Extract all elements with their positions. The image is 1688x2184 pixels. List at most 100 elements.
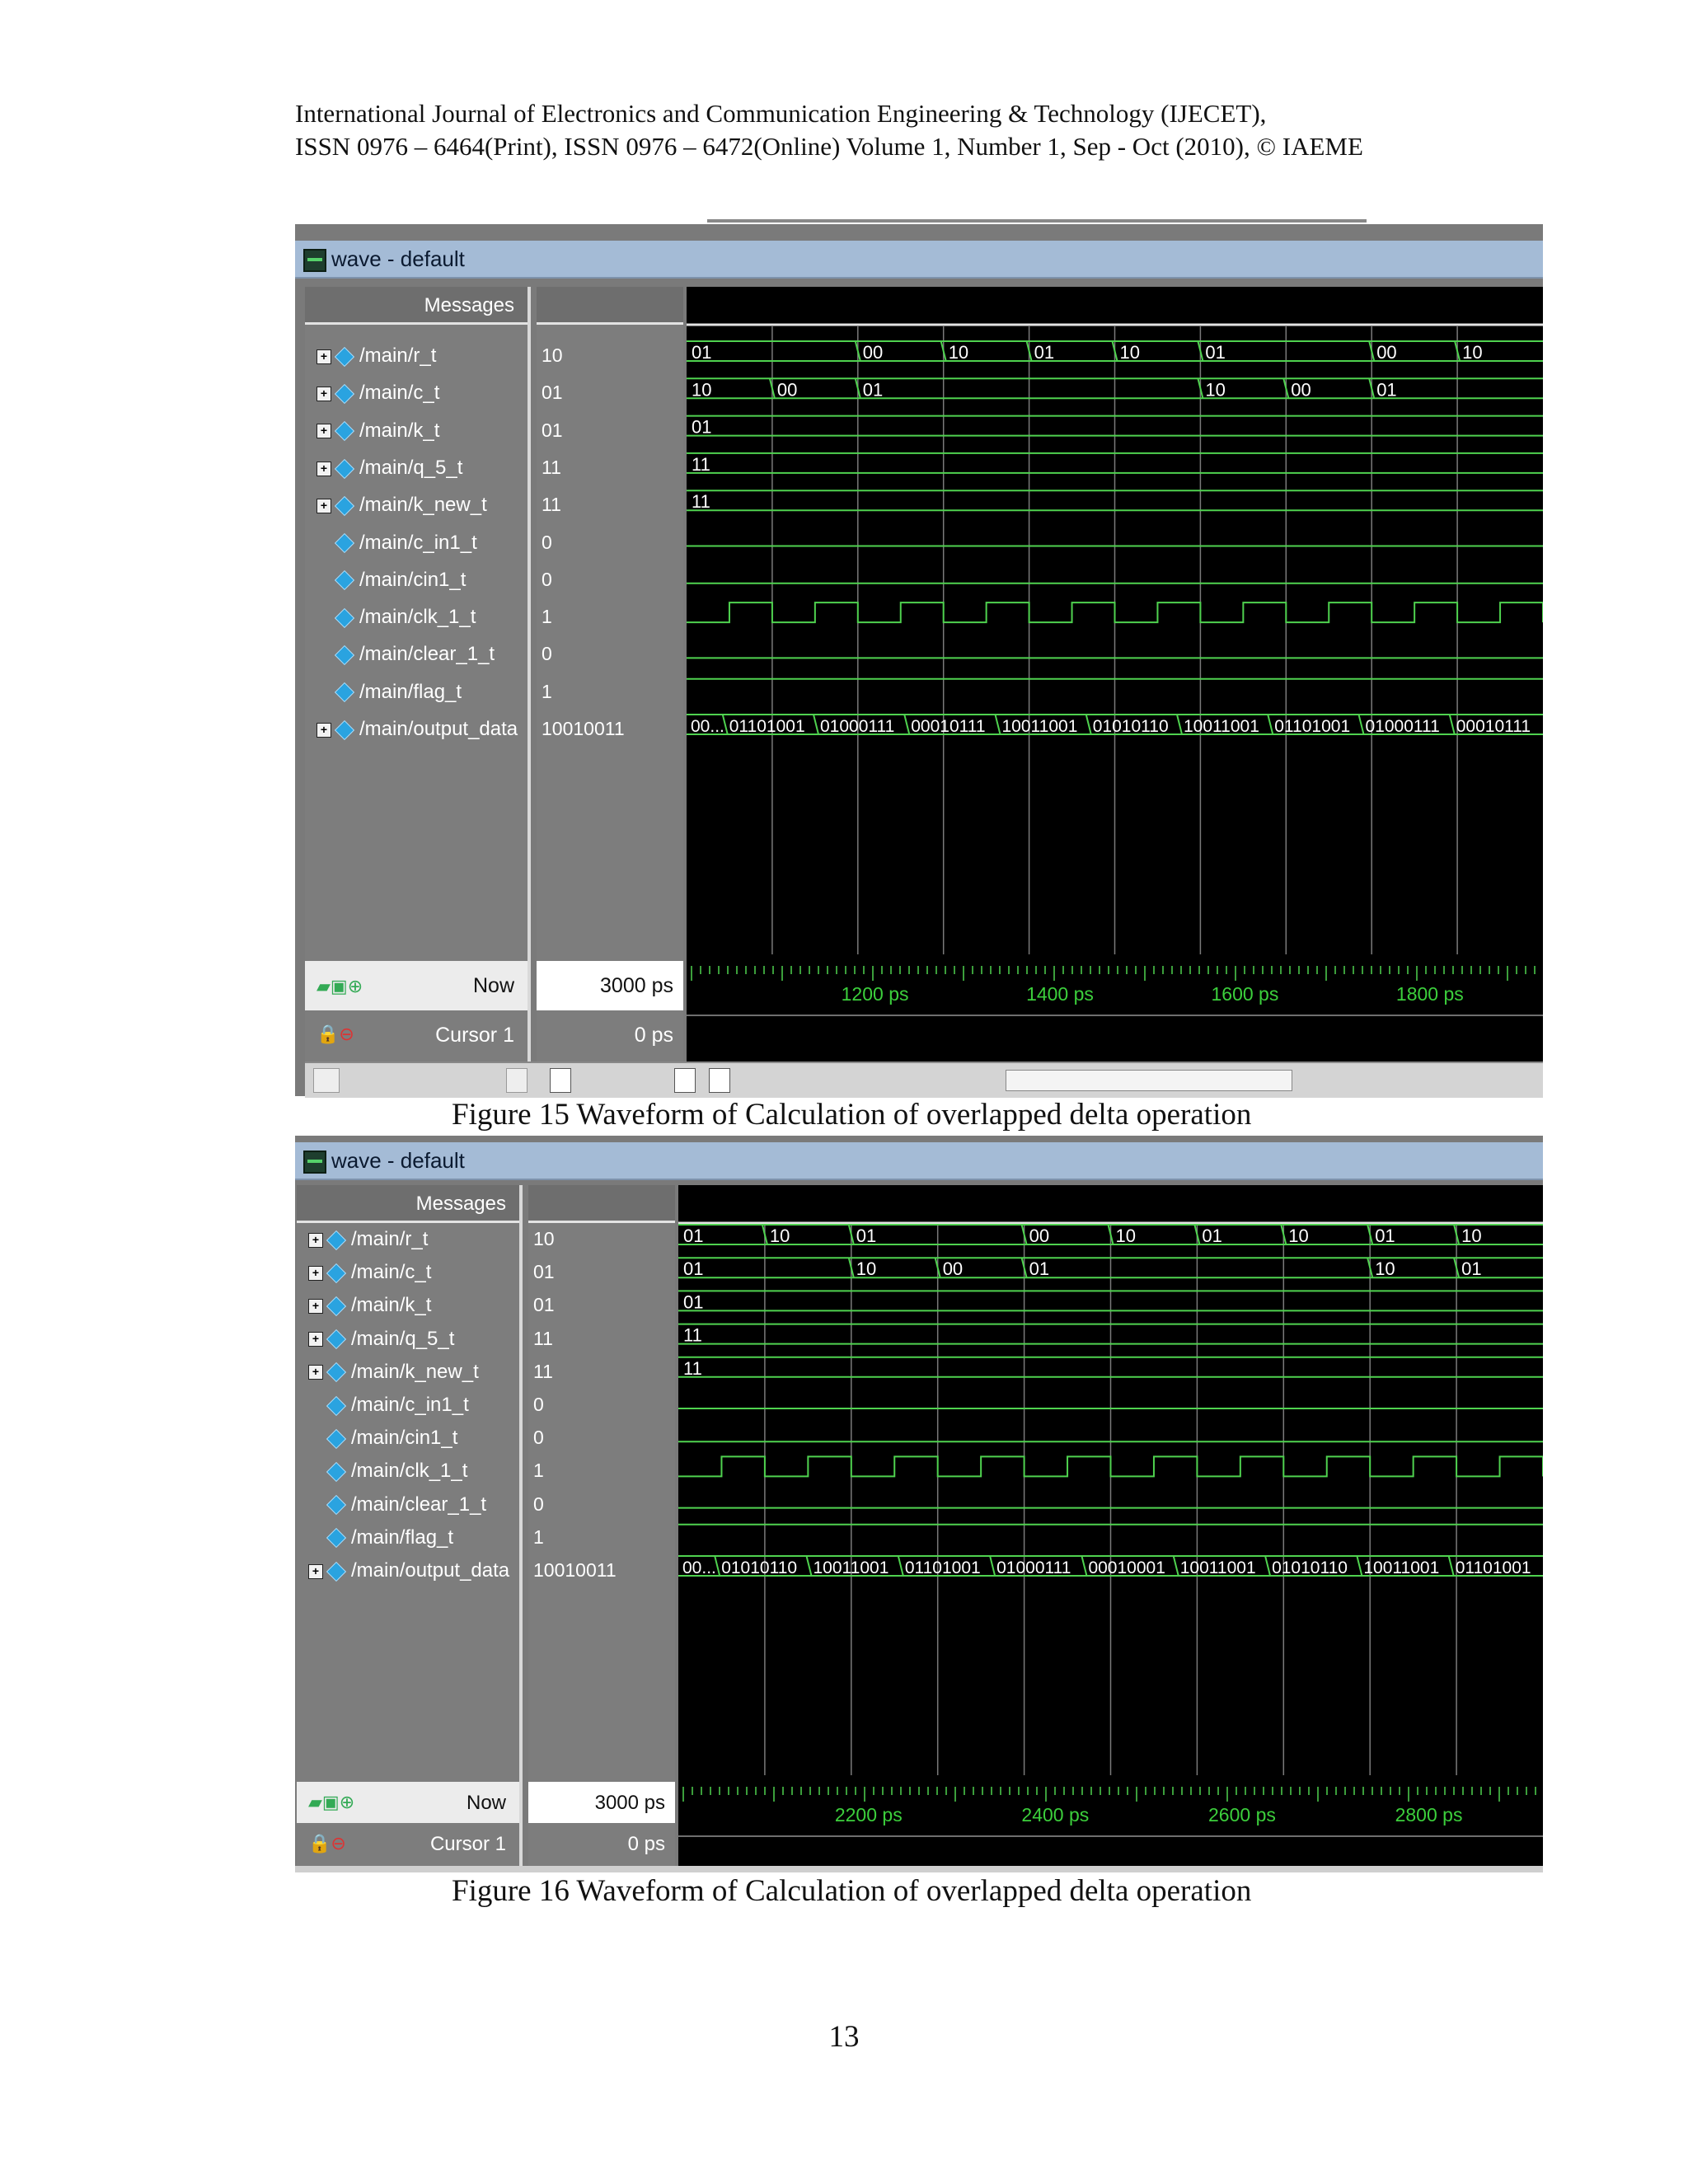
- waveform-pane[interactable]: 01 10 01 00 10 01 10 01 1001 10 00 01 10 0101111100..…: [678, 1185, 1543, 1869]
- waveform-pane[interactable]: 01 00 10 01 10 01 00 1010 00 01 10 00 0101111100... 0…: [687, 287, 1543, 1062]
- signal-value: 11: [533, 1327, 553, 1349]
- bus-value-label: 01: [1375, 1226, 1395, 1246]
- signal-row[interactable]: + /main/q_5_t: [308, 1328, 454, 1350]
- signal-row[interactable]: +/main/clear_1_t: [316, 643, 495, 665]
- signal-name: /main/clk_1_t: [351, 1460, 468, 1483]
- signal-row[interactable]: + /main/r_t: [308, 1228, 428, 1250]
- bus-value-label: 01101001: [905, 1558, 981, 1577]
- clock-waveform: [678, 1455, 1543, 1478]
- scroll-right-arrow-icon[interactable]: [506, 1068, 528, 1093]
- signal-name: /main/q_5_t: [359, 456, 463, 479]
- timeline-label: 1200 ps: [842, 983, 909, 1005]
- signal-names-pane[interactable]: Messages +/main/r_t +/main/c_t +/main/k_t +…: [305, 287, 531, 1062]
- bus-value-label: 01101001: [729, 717, 805, 736]
- signal-row[interactable]: + /main/k_t: [308, 1294, 431, 1316]
- signal-diamond-icon: [326, 1296, 347, 1317]
- bus-value-label: 01010110: [1272, 1558, 1348, 1577]
- top-frame-line: [707, 219, 1367, 223]
- signal-row[interactable]: + /main/output_data: [316, 718, 518, 740]
- signal-row[interactable]: + /main/c_t: [308, 1261, 431, 1283]
- signal-row[interactable]: +/main/flag_t: [308, 1526, 453, 1549]
- signal-row[interactable]: +/main/clk_1_t: [316, 606, 476, 628]
- horizontal-scrollbar[interactable]: [305, 1062, 1543, 1098]
- signal-value: 0: [533, 1493, 544, 1515]
- signal-value: 0: [533, 1394, 544, 1415]
- signal-row[interactable]: +/main/clk_1_t: [308, 1460, 467, 1482]
- bus-value-label: 00: [1291, 379, 1311, 400]
- window-title-bar[interactable]: wave - default: [295, 241, 1543, 279]
- expand-plus-icon[interactable]: +: [316, 424, 331, 439]
- wave-scroll-left-icon[interactable]: [709, 1068, 730, 1093]
- expand-plus-icon[interactable]: +: [308, 1299, 323, 1315]
- expand-plus-icon[interactable]: +: [316, 498, 331, 513]
- signal-row[interactable]: +/main/clear_1_t: [308, 1493, 486, 1516]
- bus-value-label: 11: [683, 1358, 702, 1379]
- scrollbar-edge[interactable]: [295, 1866, 1543, 1872]
- signal-diamond-icon: [334, 570, 355, 591]
- expand-plus-icon[interactable]: +: [316, 349, 331, 364]
- signal-row[interactable]: +/main/flag_t: [316, 681, 462, 703]
- signal-row[interactable]: +/main/cin1_t: [308, 1427, 457, 1449]
- bus-value-label: 10: [692, 379, 711, 400]
- now-row: ▰▣⊕ Now: [297, 1782, 519, 1823]
- cursor-icons[interactable]: 🔒⊖: [316, 1024, 354, 1045]
- bus-value-label: 00: [943, 1258, 963, 1279]
- window-title-bar[interactable]: wave - default: [295, 1142, 1543, 1180]
- messages-header: Messages: [297, 1185, 519, 1223]
- waveform-window-1: wave - default Messages +/main/r_t +/main…: [295, 219, 1543, 1098]
- signal-row[interactable]: + /main/k_new_t: [308, 1361, 479, 1383]
- signal-row[interactable]: +/main/cin1_t: [316, 569, 466, 591]
- signal-row[interactable]: + /main/q_5_t: [316, 457, 462, 479]
- signal-row[interactable]: + /main/r_t: [316, 344, 436, 367]
- expand-plus-icon[interactable]: +: [308, 1265, 323, 1281]
- signal-diamond-icon: [334, 719, 355, 740]
- now-value: 3000 ps: [600, 974, 673, 997]
- values-scroll-left-icon[interactable]: [550, 1068, 571, 1093]
- signal-diamond-icon: [334, 383, 355, 404]
- bus-value-label: 01: [692, 342, 711, 363]
- scroll-left-arrow-icon[interactable]: [313, 1068, 340, 1093]
- window-title: wave - default: [331, 246, 465, 271]
- signal-row[interactable]: + /main/k_t: [316, 419, 439, 442]
- signal-name: /main/clear_1_t: [351, 1493, 487, 1516]
- wave-window-icon: [303, 1151, 326, 1174]
- expand-plus-icon[interactable]: +: [308, 1365, 323, 1380]
- bus-value-label: 00...: [682, 1558, 716, 1577]
- clock-waveform: [687, 602, 1543, 624]
- signal-row[interactable]: + /main/k_new_t: [316, 494, 487, 516]
- expand-plus-icon[interactable]: +: [308, 1332, 323, 1347]
- cursor-icons[interactable]: 🔒⊖: [308, 1833, 346, 1854]
- bus-value-label: 01000111: [996, 1558, 1071, 1577]
- signal-names-pane[interactable]: Messages +/main/r_t +/main/c_t +/main/k_t +…: [297, 1185, 523, 1869]
- signal-diamond-icon: [326, 1462, 347, 1483]
- expand-plus-icon[interactable]: +: [308, 1232, 323, 1248]
- signal-diamond-icon: [326, 1329, 347, 1350]
- signal-row[interactable]: +/main/c_in1_t: [316, 532, 477, 554]
- signal-diamond-icon: [334, 421, 355, 442]
- signal-value: 01: [533, 1294, 555, 1316]
- signal-name: /main/flag_t: [359, 680, 462, 703]
- status-icons[interactable]: ▰▣⊕: [316, 976, 363, 997]
- signal-diamond-icon: [326, 1428, 347, 1449]
- values-header: [537, 287, 683, 325]
- figure-16-caption: Figure 16 Waveform of Calculation of ove…: [452, 1874, 1252, 1908]
- waveform-window-2: wave - default Messages +/main/r_t +/main…: [295, 1136, 1543, 1872]
- scroll-thumb[interactable]: [1006, 1070, 1292, 1091]
- signal-values-pane[interactable]: 10 01 01 11 11 0 0 1 0 1 10010011: [528, 1185, 675, 1869]
- timeline-band: [687, 958, 1543, 1062]
- now-row: ▰▣⊕ Now: [305, 961, 528, 1010]
- expand-plus-icon[interactable]: +: [316, 461, 331, 476]
- status-icons[interactable]: ▰▣⊕: [308, 1792, 354, 1813]
- signal-value: 0: [542, 568, 552, 590]
- bus-value-label: 00: [777, 379, 797, 400]
- signal-row[interactable]: + /main/c_t: [316, 382, 439, 404]
- signal-diamond-icon: [334, 533, 355, 554]
- timeline-label: 2800 ps: [1395, 1804, 1463, 1825]
- expand-plus-icon[interactable]: +: [308, 1563, 323, 1579]
- expand-plus-icon[interactable]: +: [316, 386, 331, 401]
- signal-row[interactable]: + /main/output_data: [308, 1559, 509, 1582]
- expand-plus-icon[interactable]: +: [316, 722, 331, 738]
- signal-row[interactable]: +/main/c_in1_t: [308, 1394, 469, 1416]
- signal-values-pane[interactable]: 10 01 01 11 11 0 0 1 0 1 10010011: [537, 287, 683, 1062]
- values-scroll-right-icon[interactable]: [674, 1068, 696, 1093]
